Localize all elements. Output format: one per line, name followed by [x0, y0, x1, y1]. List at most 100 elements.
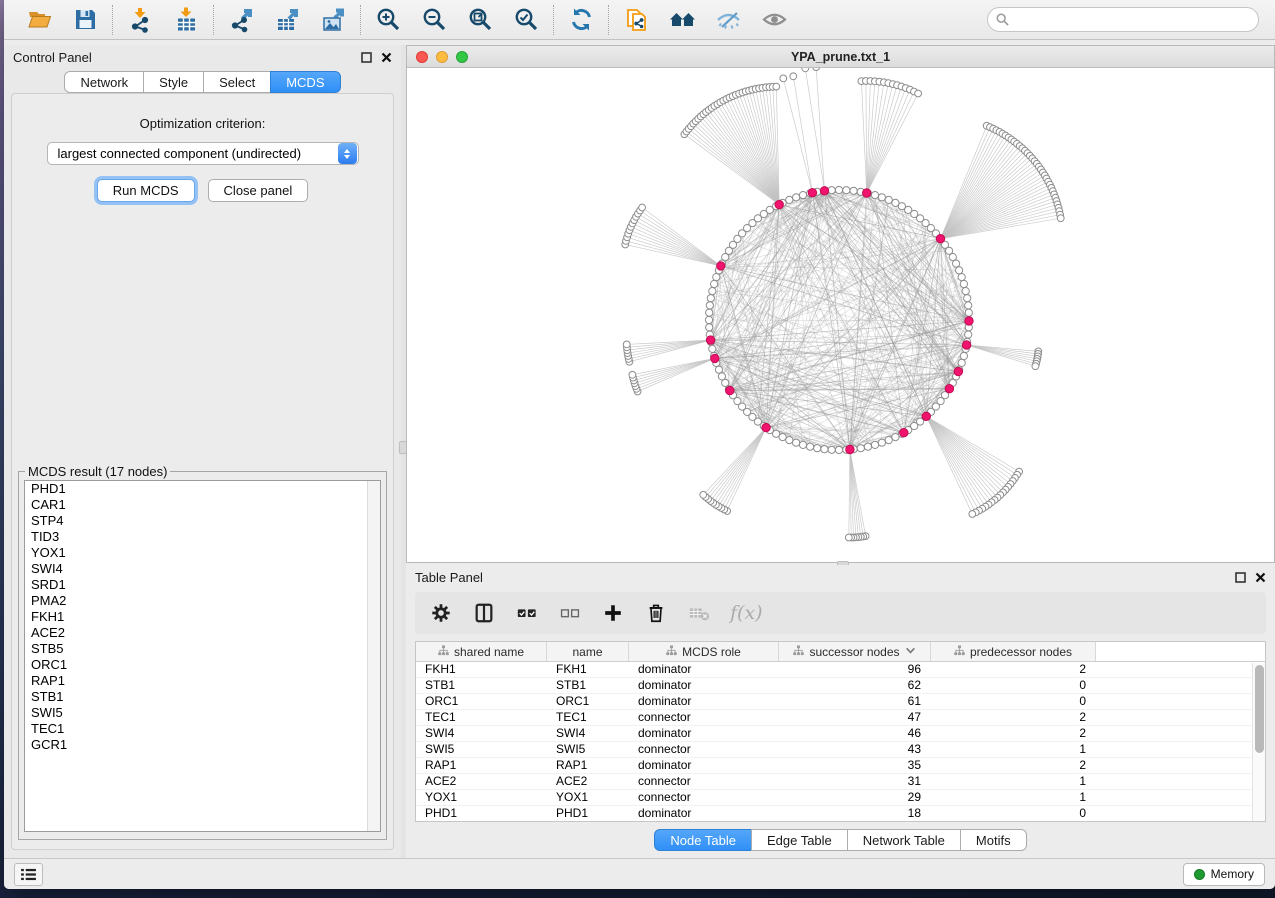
zoom-fit-button[interactable] [465, 5, 495, 35]
mcds-dominator-node[interactable] [706, 336, 714, 344]
network-node[interactable] [711, 280, 718, 287]
cell-name[interactable]: SWI4 [547, 726, 629, 741]
close-panel-button[interactable]: Close panel [208, 179, 309, 202]
cell-name[interactable]: TEC1 [547, 710, 629, 725]
mcds-result-item[interactable]: RAP1 [25, 673, 380, 689]
column-settings-button[interactable] [429, 601, 453, 625]
mcds-result-item[interactable]: YOX1 [25, 545, 380, 561]
cell-shared-name[interactable]: STB1 [416, 678, 547, 693]
open-file-button[interactable] [24, 5, 54, 35]
table-row[interactable]: FKH1FKH1dominator962 [416, 662, 1265, 678]
mcds-result-item[interactable]: SWI4 [25, 561, 380, 577]
mcds-result-item[interactable]: FKH1 [25, 609, 380, 625]
column-header-name[interactable]: name [547, 642, 629, 661]
network-node[interactable] [878, 194, 885, 201]
network-node[interactable] [709, 345, 716, 352]
network-leaf-node[interactable] [639, 204, 646, 211]
cell-shared-name[interactable]: ORC1 [416, 694, 547, 709]
mcds-dominator-node[interactable] [820, 187, 828, 195]
memory-button[interactable]: Memory [1183, 863, 1265, 886]
mcds-result-item[interactable]: STB5 [25, 641, 380, 657]
column-header-shared-name[interactable]: shared name [416, 642, 547, 661]
mcds-dominator-node[interactable] [962, 341, 970, 349]
network-node[interactable] [709, 288, 716, 295]
network-node[interactable] [799, 192, 806, 199]
cell-name[interactable]: STB1 [547, 678, 629, 693]
network-node[interactable] [960, 352, 967, 359]
tab-style[interactable]: Style [143, 71, 204, 93]
network-node[interactable] [705, 316, 712, 323]
hide-details-button[interactable] [713, 5, 743, 35]
cell-successor-nodes[interactable]: 47 [779, 710, 931, 725]
add-row-button[interactable] [601, 601, 625, 625]
mcds-dominator-node[interactable] [863, 189, 871, 197]
tab-motifs[interactable]: Motifs [960, 829, 1027, 851]
cell-predecessor-nodes[interactable]: 1 [931, 774, 1096, 789]
network-node[interactable] [793, 439, 800, 446]
column-header-MCDS-role[interactable]: MCDS role [629, 642, 779, 661]
table-row[interactable]: TEC1TEC1connector472 [416, 710, 1265, 726]
mcds-dominator-node[interactable] [965, 317, 973, 325]
cell-shared-name[interactable]: ACE2 [416, 774, 547, 789]
cell-successor-nodes[interactable]: 43 [779, 742, 931, 757]
network-node[interactable] [953, 260, 960, 267]
show-details-button[interactable] [759, 5, 789, 35]
cell-predecessor-nodes[interactable]: 2 [931, 726, 1096, 741]
cell-MCDS-role[interactable]: dominator [629, 758, 779, 773]
export-network-button[interactable] [226, 5, 256, 35]
cell-shared-name[interactable]: TEC1 [416, 710, 547, 725]
tab-edge-table[interactable]: Edge Table [751, 829, 848, 851]
network-node[interactable] [706, 302, 713, 309]
mcds-dominator-node[interactable] [945, 385, 953, 393]
table-row[interactable]: ACE2ACE2connector311 [416, 774, 1265, 790]
cell-shared-name[interactable]: RAP1 [416, 758, 547, 773]
function-builder-button[interactable]: f(x) [730, 602, 763, 624]
network-leaf-node[interactable] [623, 341, 630, 348]
cell-MCDS-role[interactable]: dominator [629, 694, 779, 709]
network-leaf-node[interactable] [802, 68, 809, 72]
cell-predecessor-nodes[interactable]: 2 [931, 758, 1096, 773]
cell-successor-nodes[interactable]: 46 [779, 726, 931, 741]
column-header-predecessor-nodes[interactable]: predecessor nodes [931, 642, 1096, 661]
network-node[interactable] [835, 186, 842, 193]
import-network-button[interactable] [125, 5, 155, 35]
network-leaf-node[interactable] [780, 75, 787, 82]
cell-predecessor-nodes[interactable]: 0 [931, 678, 1096, 693]
close-panel-icon[interactable] [381, 52, 392, 63]
cell-shared-name[interactable]: FKH1 [416, 662, 547, 677]
network-node[interactable] [786, 437, 793, 444]
network-node[interactable] [786, 196, 793, 203]
cell-successor-nodes[interactable]: 18 [779, 806, 931, 821]
task-history-button[interactable] [14, 863, 43, 886]
network-node[interactable] [965, 302, 972, 309]
save-session-button[interactable] [70, 5, 100, 35]
network-node[interactable] [835, 446, 842, 453]
cell-shared-name[interactable]: PHD1 [416, 806, 547, 821]
network-node[interactable] [958, 274, 965, 281]
import-table-button[interactable] [171, 5, 201, 35]
cell-shared-name[interactable]: SWI5 [416, 742, 547, 757]
cell-MCDS-role[interactable]: connector [629, 790, 779, 805]
table-row[interactable]: PHD1PHD1dominator180 [416, 806, 1265, 822]
column-header-successor-nodes[interactable]: successor nodes [779, 642, 931, 661]
table-row[interactable]: SWI4SWI4dominator462 [416, 726, 1265, 742]
network-node[interactable] [958, 359, 965, 366]
mcds-result-list[interactable]: PHD1CAR1STP4TID3YOX1SWI4SRD1PMA2FKH1ACE2… [24, 480, 381, 832]
table-scrollbar[interactable] [1252, 663, 1265, 821]
cell-successor-nodes[interactable]: 62 [779, 678, 931, 693]
network-node[interactable] [706, 324, 713, 331]
table-row[interactable]: YOX1YOX1connector291 [416, 790, 1265, 806]
cell-successor-nodes[interactable]: 31 [779, 774, 931, 789]
network-node[interactable] [885, 196, 892, 203]
network-node[interactable] [821, 446, 828, 453]
table-row[interactable]: RAP1RAP1dominator352 [416, 758, 1265, 774]
cell-name[interactable]: PHD1 [547, 806, 629, 821]
cell-MCDS-role[interactable]: dominator [629, 726, 779, 741]
network-leaf-node[interactable] [915, 90, 922, 97]
network-leaf-node[interactable] [845, 534, 852, 541]
cell-successor-nodes[interactable]: 35 [779, 758, 931, 773]
mcds-result-item[interactable]: CAR1 [25, 497, 380, 513]
cell-name[interactable]: ACE2 [547, 774, 629, 789]
cell-name[interactable]: YOX1 [547, 790, 629, 805]
mcds-result-item[interactable]: ORC1 [25, 657, 380, 673]
